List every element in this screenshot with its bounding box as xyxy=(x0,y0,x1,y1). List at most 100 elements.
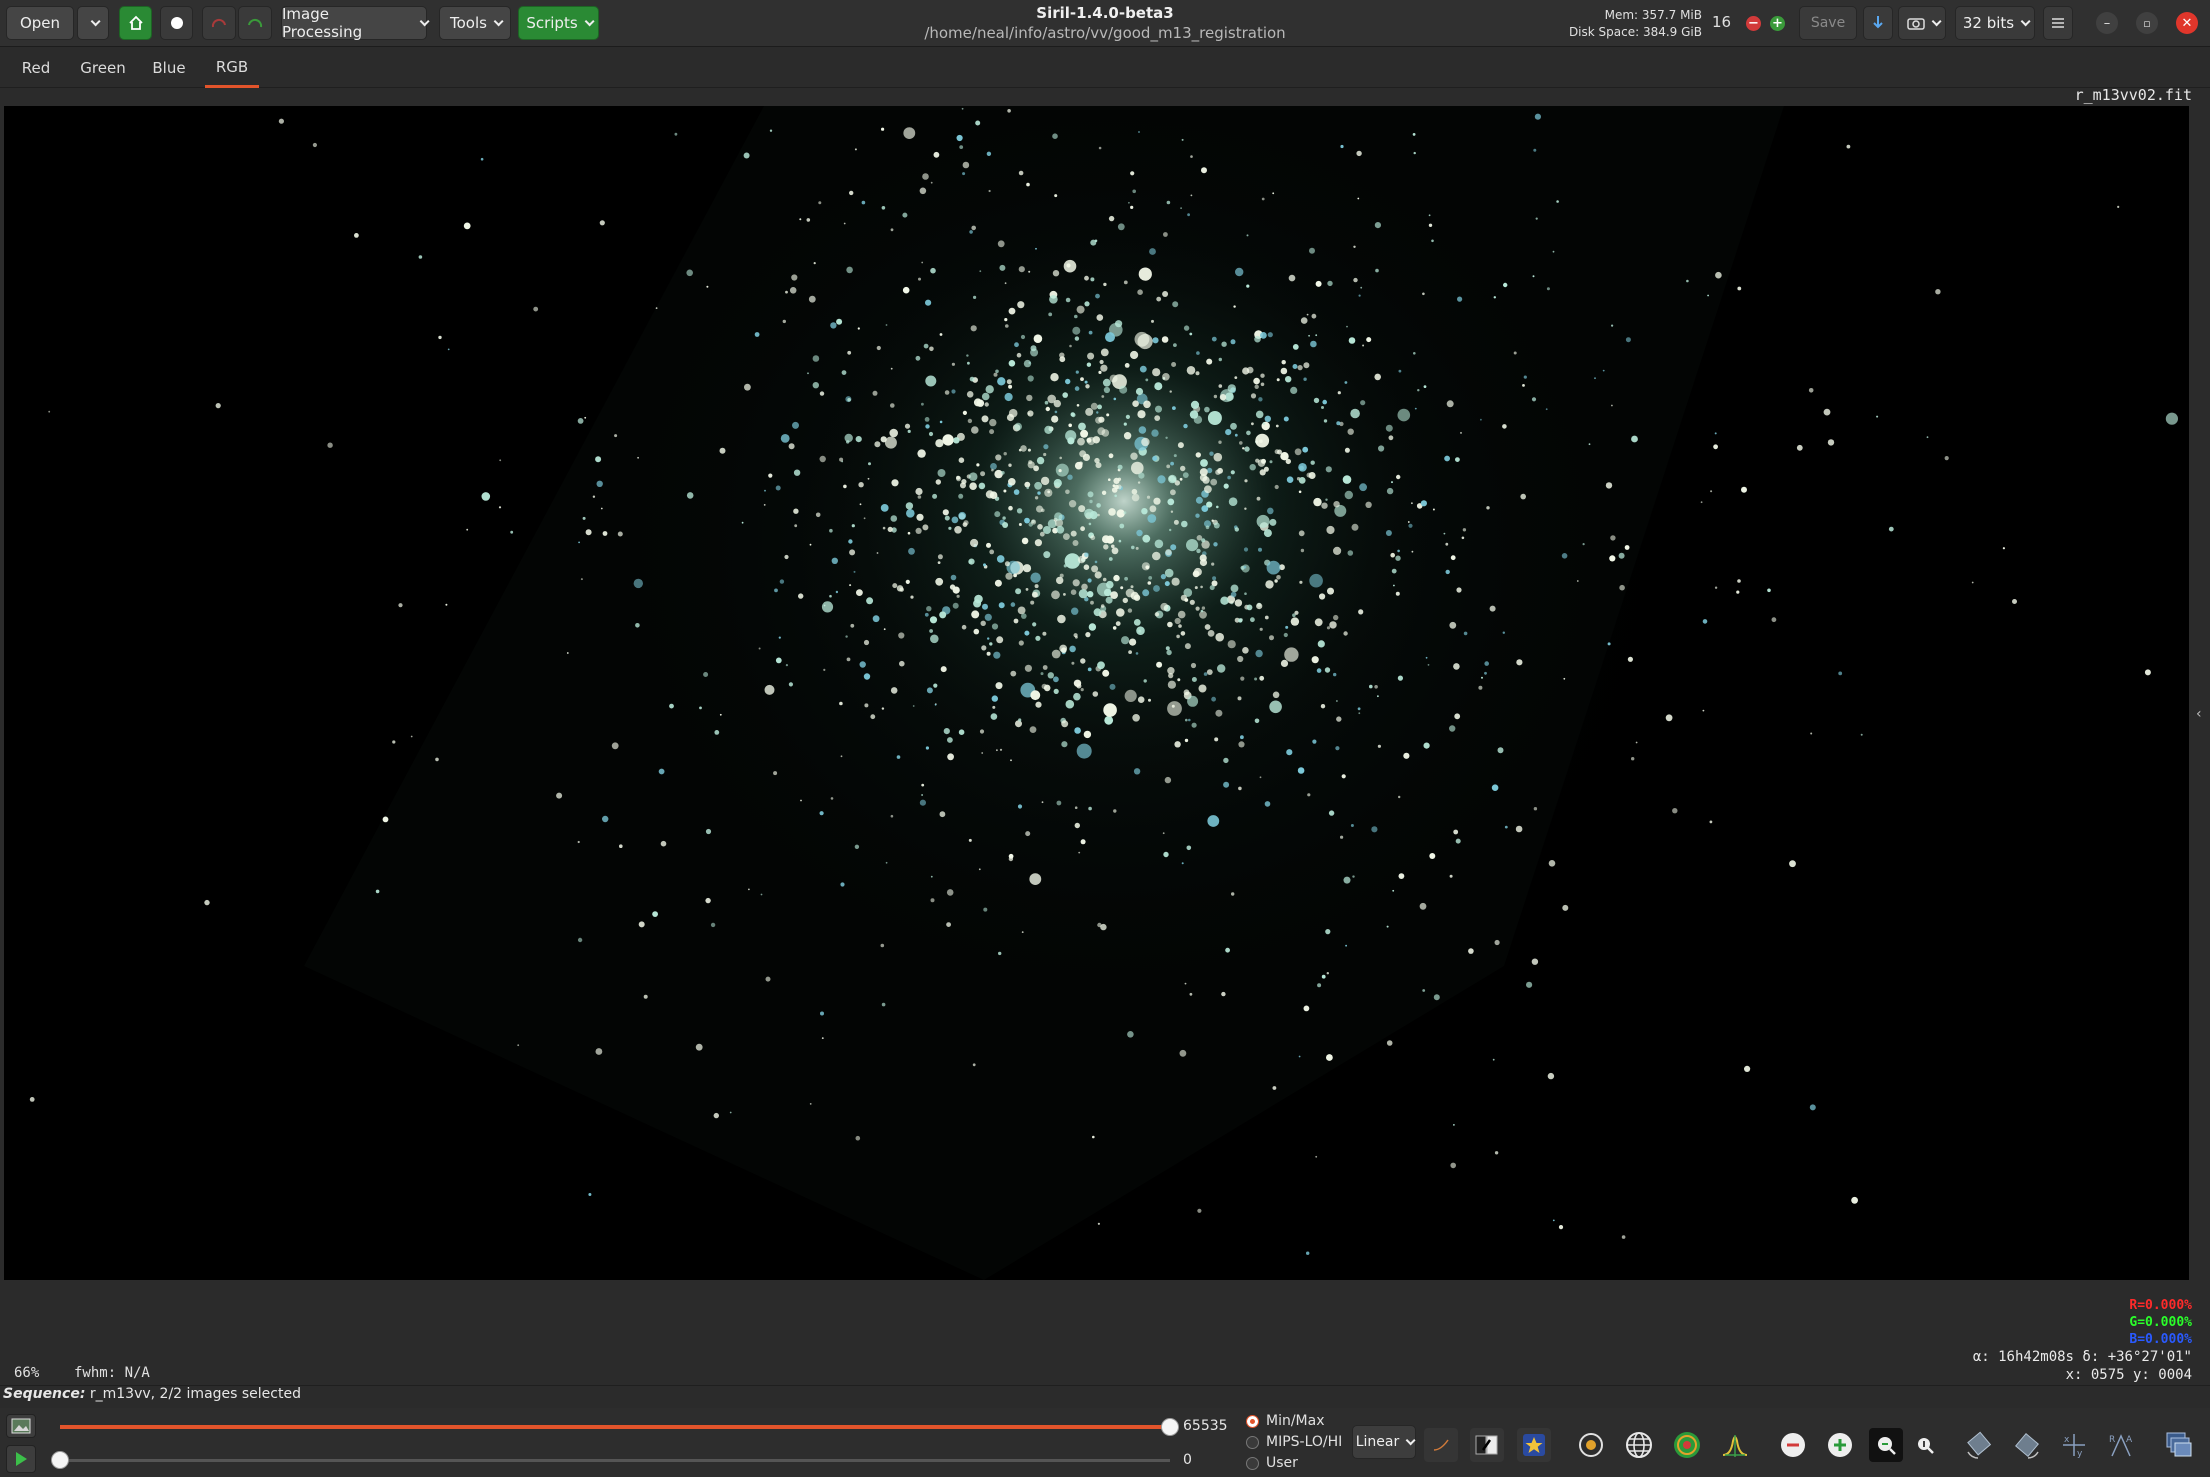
bit-depth-dropdown[interactable]: 32 bits xyxy=(1955,6,2035,40)
star xyxy=(1545,408,1548,411)
open-button[interactable]: Open xyxy=(6,6,74,40)
star xyxy=(1392,889,1395,892)
star xyxy=(1056,576,1064,585)
false-color-button[interactable] xyxy=(1470,1428,1504,1462)
plate-solve-button[interactable] xyxy=(1622,1428,1656,1462)
star xyxy=(1333,614,1339,621)
star xyxy=(925,299,932,306)
close-window-button[interactable]: ✕ xyxy=(2176,12,2198,34)
star xyxy=(919,799,927,806)
maximize-window-button[interactable]: ▫ xyxy=(2136,12,2158,34)
image-canvas[interactable] xyxy=(4,106,2189,1280)
annotate-button[interactable] xyxy=(1670,1428,1704,1462)
star xyxy=(1036,456,1045,465)
low-cutoff-slider-track[interactable] xyxy=(60,1459,1170,1462)
scale-user-radio[interactable]: User xyxy=(1246,1455,1298,1471)
star xyxy=(1128,201,1130,204)
star xyxy=(849,584,852,587)
display-mode-button[interactable] xyxy=(2162,1428,2196,1462)
mirror-y-button[interactable]: RA xyxy=(2104,1428,2138,1462)
star xyxy=(1079,450,1087,458)
star xyxy=(929,616,938,624)
scale-mips-radio[interactable]: MIPS-LO/HI xyxy=(1246,1434,1342,1450)
star xyxy=(1108,215,1115,222)
download-icon xyxy=(1873,16,1883,29)
star xyxy=(312,142,317,148)
mirror-y-icon: RA xyxy=(2109,1434,2133,1457)
zoom-in-button[interactable] xyxy=(1823,1428,1857,1462)
undo-button[interactable] xyxy=(202,6,236,40)
play-sequence-button[interactable] xyxy=(6,1445,36,1473)
save-as-button[interactable] xyxy=(1863,6,1893,40)
star xyxy=(1096,411,1099,414)
image-preview-button[interactable] xyxy=(6,1414,36,1438)
star xyxy=(1944,456,1949,461)
star xyxy=(1313,497,1322,507)
star xyxy=(1026,182,1030,187)
recent-files-dropdown[interactable] xyxy=(77,6,109,40)
scale-minmax-radio[interactable]: Min/Max xyxy=(1246,1413,1325,1429)
zoom-fit-button[interactable] xyxy=(1869,1428,1903,1462)
star xyxy=(782,319,786,324)
save-button[interactable]: Save xyxy=(1799,6,1857,40)
minimize-window-button[interactable]: – xyxy=(2096,12,2118,34)
main-menu-button[interactable] xyxy=(2043,6,2073,40)
star xyxy=(929,629,933,633)
star xyxy=(1184,982,1187,985)
low-cutoff-slider-knob[interactable] xyxy=(51,1451,69,1469)
home-button[interactable] xyxy=(119,6,152,40)
star xyxy=(1170,476,1177,483)
redo-button[interactable] xyxy=(238,6,272,40)
star-detection-button[interactable] xyxy=(1517,1428,1551,1462)
star xyxy=(1246,234,1249,237)
collapse-panel-icon[interactable]: ‹ xyxy=(2196,706,2206,726)
tab-blue[interactable]: Blue xyxy=(146,48,192,88)
star xyxy=(1201,538,1206,543)
star xyxy=(1184,738,1189,743)
snapshot-button[interactable] xyxy=(1898,6,1946,40)
star xyxy=(1238,618,1243,623)
star xyxy=(1071,661,1075,665)
transfer-function-dropdown[interactable]: Linear xyxy=(1352,1425,1416,1459)
tab-rgb[interactable]: RGB xyxy=(205,48,259,88)
scripts-menu[interactable]: Scripts xyxy=(518,6,599,40)
tab-red[interactable]: Red xyxy=(14,48,58,88)
color-saturation-button[interactable] xyxy=(1424,1428,1458,1462)
star xyxy=(1292,364,1298,369)
play-icon xyxy=(16,1452,27,1466)
ra-dec-readout: α: 16h42m08s δ: +36°27'01" xyxy=(1972,1349,2192,1365)
rotate-left-button[interactable] xyxy=(1962,1428,1996,1462)
image-processing-menu[interactable]: Image Processing xyxy=(281,5,430,41)
tab-green[interactable]: Green xyxy=(76,48,130,88)
high-cutoff-slider-knob[interactable] xyxy=(1161,1418,1179,1436)
star xyxy=(1004,318,1008,322)
star xyxy=(754,332,760,337)
star xyxy=(1102,669,1110,677)
star xyxy=(1074,806,1078,809)
star xyxy=(1087,491,1094,498)
star xyxy=(748,888,750,891)
star xyxy=(1312,739,1317,744)
star xyxy=(1007,109,1011,113)
star xyxy=(1122,597,1129,604)
record-button[interactable] xyxy=(160,6,193,40)
star xyxy=(915,527,922,534)
tools-menu[interactable]: Tools xyxy=(439,6,511,40)
increase-threads-button[interactable]: + xyxy=(1770,16,1785,31)
psf-button[interactable] xyxy=(1718,1428,1752,1462)
zoom-out-button[interactable] xyxy=(1776,1428,1810,1462)
photometry-button[interactable] xyxy=(1574,1428,1608,1462)
star xyxy=(830,322,837,329)
zoom-actual-size-button[interactable] xyxy=(1908,1428,1942,1462)
star xyxy=(1309,247,1315,254)
star xyxy=(1204,406,1210,413)
star xyxy=(1259,675,1265,681)
star xyxy=(1010,670,1017,677)
star xyxy=(1860,733,1863,736)
mirror-x-button[interactable]: xy xyxy=(2057,1428,2091,1462)
star xyxy=(1097,661,1105,670)
decrease-threads-button[interactable]: − xyxy=(1746,16,1761,31)
star xyxy=(1413,352,1416,355)
rotate-right-button[interactable] xyxy=(2010,1428,2044,1462)
star xyxy=(1221,991,1226,997)
